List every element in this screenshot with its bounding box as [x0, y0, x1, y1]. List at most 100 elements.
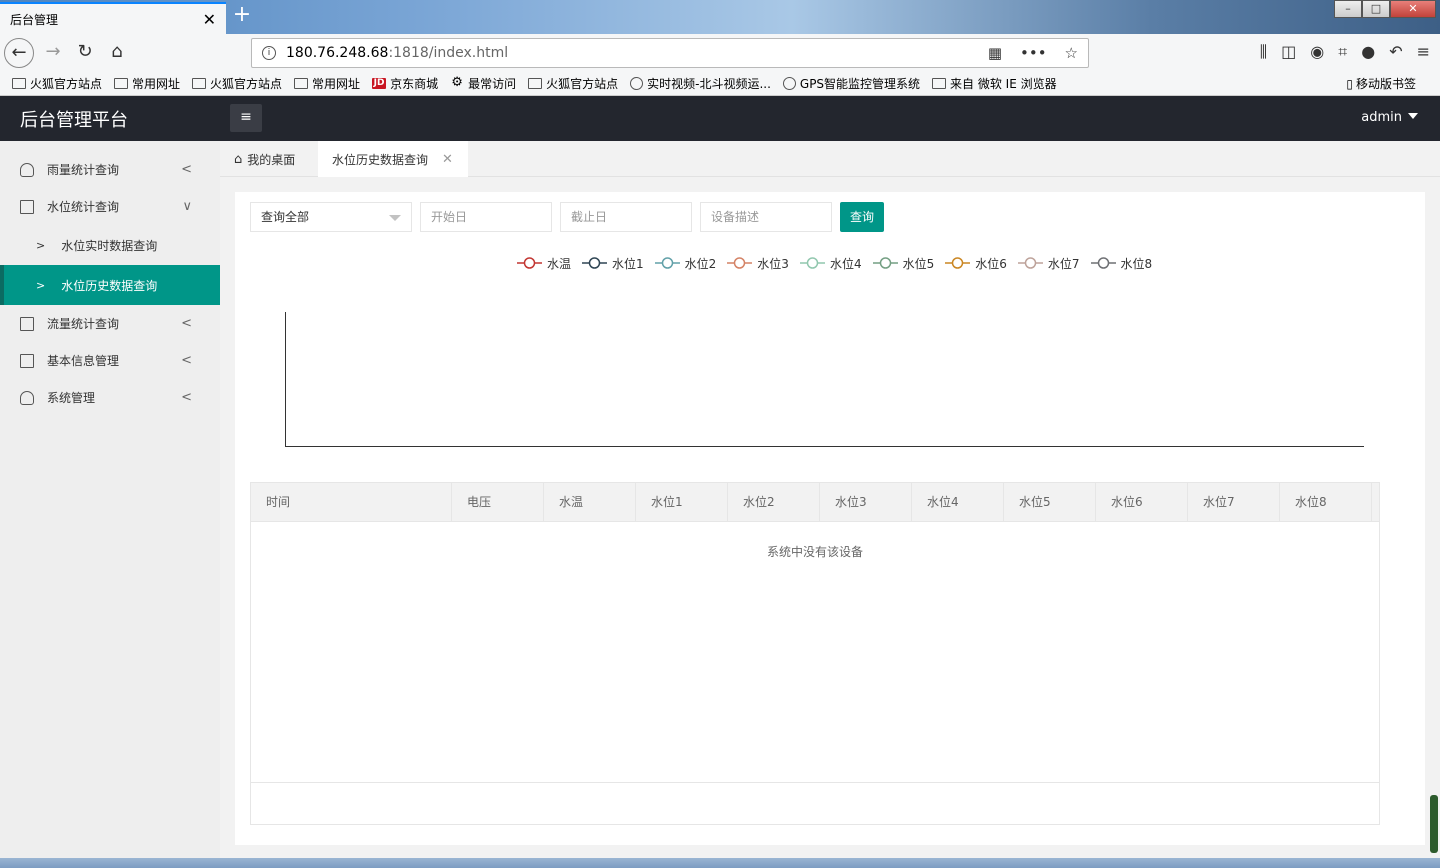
bookmark-item[interactable]: 实时视频-北斗视频运... [630, 75, 771, 92]
legend-item[interactable]: 水位8 [1090, 255, 1152, 272]
legend-label: 水位2 [684, 256, 717, 271]
legend-marker-icon [727, 257, 753, 269]
table-footer-divider [251, 782, 1379, 783]
close-icon[interactable]: ✕ [442, 152, 453, 167]
os-taskbar [0, 858, 1440, 868]
device-description-input[interactable] [700, 202, 832, 232]
browser-tab[interactable]: 后台管理 ✕ [0, 2, 226, 34]
phone-icon: ▯ [1346, 76, 1353, 91]
tab-water-history[interactable]: 水位历史数据查询 ✕ [318, 141, 468, 177]
chevron-left-icon: < [181, 316, 192, 331]
bookmark-item[interactable]: 火狐官方站点 [528, 75, 618, 92]
empty-message: 系统中没有该设备 [766, 545, 863, 559]
legend-item[interactable]: 水位5 [872, 255, 935, 272]
folder-icon [294, 78, 309, 89]
crop-icon[interactable]: ⌗ [1338, 42, 1347, 62]
chevron-left-icon: < [181, 353, 192, 368]
chat-icon[interactable]: ● [1361, 42, 1375, 62]
folder-icon [192, 78, 207, 89]
sidebar-item-water-level[interactable]: 水位统计查询 ∨ [0, 188, 220, 225]
end-date-input[interactable] [560, 202, 692, 232]
extension-icon[interactable]: ◉ [1310, 42, 1324, 62]
legend-marker-icon [945, 257, 971, 269]
query-scope-select[interactable]: 查询全部 [250, 202, 412, 232]
caret-down-icon [1408, 113, 1418, 119]
legend-marker-icon [799, 257, 825, 269]
legend-item[interactable]: 水位2 [654, 255, 717, 272]
gear-icon: ⚙ [451, 75, 463, 90]
reload-icon[interactable]: ↻ [70, 38, 100, 68]
site-info-icon[interactable]: i [262, 46, 276, 60]
maximize-icon[interactable]: □ [1362, 0, 1390, 18]
home-icon: ⌂ [234, 151, 243, 167]
legend-label: 水位5 [902, 256, 935, 271]
url-bar[interactable]: i 180.76.248.68:1818/index.html ▦ ••• ☆ [251, 38, 1089, 68]
query-button[interactable]: 查询 [840, 202, 884, 232]
qr-code-icon[interactable]: ▦ [988, 44, 1002, 62]
mobile-bookmarks[interactable]: ▯ 移动版书签 [1346, 75, 1416, 92]
sidebar: 雨量统计查询 < 水位统计查询 ∨ > 水位实时数据查询 > 水位历史数据查询 … [0, 141, 220, 868]
legend-item[interactable]: 水位3 [727, 255, 789, 272]
sidebar-item-rainfall[interactable]: 雨量统计查询 < [0, 151, 220, 188]
minimize-icon[interactable]: – [1334, 0, 1362, 18]
more-actions-icon[interactable]: ••• [1020, 44, 1047, 62]
sidebar-subitem-label: 水位实时数据查询 [61, 238, 158, 253]
legend-item[interactable]: 水温 [517, 255, 571, 272]
window-titlebar: 后台管理 ✕ + – □ ✕ [0, 0, 1440, 34]
legend-item[interactable]: 水位6 [945, 255, 1007, 272]
sidebar-item-flow[interactable]: 流量统计查询 < [0, 305, 220, 342]
column-header: 水位2 [728, 483, 820, 522]
back-icon[interactable]: ← [4, 38, 34, 68]
legend-item[interactable]: 水位7 [1017, 255, 1080, 272]
bookmark-item[interactable]: 常用网址 [114, 75, 180, 92]
app-header: 后台管理平台 ≡ admin [0, 96, 1440, 141]
sidebar-toggle-icon[interactable]: ◫ [1281, 42, 1296, 62]
legend-label: 水位4 [829, 256, 862, 271]
bookmark-star-icon[interactable]: ☆ [1065, 44, 1078, 62]
menu-toggle-icon[interactable]: ≡ [230, 104, 262, 132]
bookmark-item[interactable]: JD 京东商城 [372, 75, 438, 92]
jd-icon: JD [372, 78, 387, 89]
bookmark-item[interactable]: 火狐官方站点 [12, 75, 102, 92]
menu-icon[interactable]: ≡ [1417, 42, 1430, 62]
chevron-down-icon: ∨ [182, 199, 192, 214]
window-close-icon[interactable]: ✕ [1390, 0, 1436, 18]
sidebar-item-basic-info[interactable]: 基本信息管理 < [0, 342, 220, 379]
sidebar-item-label: 水位统计查询 [47, 200, 120, 214]
bookmark-item[interactable]: 火狐官方站点 [192, 75, 282, 92]
library-icon[interactable]: ⫼ [1260, 42, 1267, 62]
start-date-input[interactable] [420, 202, 552, 232]
table-header: 时间 电压 水温 水位1 水位2 水位3 水位4 水位5 水位6 水位7 水位8 [251, 483, 1379, 522]
user-icon [20, 390, 34, 405]
column-header: 电压 [452, 483, 544, 522]
tab-label: 我的桌面 [247, 152, 296, 167]
bookmark-item[interactable]: GPS智能监控管理系统 [782, 75, 920, 92]
sidebar-item-system[interactable]: 系统管理 < [0, 379, 220, 416]
user-menu[interactable]: admin [1361, 110, 1418, 125]
scrollbar-thumb[interactable] [1430, 795, 1438, 853]
legend-marker-icon [517, 257, 542, 269]
forward-icon[interactable]: → [38, 38, 68, 68]
folder-icon [114, 78, 129, 89]
sidebar-subitem-realtime[interactable]: > 水位实时数据查询 [0, 225, 220, 265]
legend-marker-icon [872, 257, 898, 269]
tab-home[interactable]: ⌂ 我的桌面 [220, 141, 309, 177]
browser-tab-title: 后台管理 [10, 12, 59, 27]
bookmark-item[interactable]: 常用网址 [294, 75, 360, 92]
sidebar-subitem-history[interactable]: > 水位历史数据查询 [0, 265, 220, 305]
user-name: admin [1361, 110, 1402, 125]
home-icon[interactable]: ⌂ [102, 38, 132, 68]
column-header: 水位8 [1280, 483, 1372, 522]
legend-item[interactable]: 水位4 [799, 255, 862, 272]
column-header: 水位1 [636, 483, 728, 522]
chart-area [285, 312, 1364, 447]
undo-icon[interactable]: ↶ [1389, 42, 1402, 62]
bookmark-item[interactable]: ⚙ 最常访问 [450, 75, 516, 92]
close-tab-icon[interactable]: ✕ [203, 10, 216, 29]
bookmark-item[interactable]: 来自 微软 IE 浏览器 [932, 75, 1057, 92]
legend-item[interactable]: 水位1 [582, 255, 644, 272]
column-header: 时间 [251, 483, 452, 522]
new-tab-button[interactable]: + [231, 4, 253, 28]
page-tabs: ⌂ 我的桌面 水位历史数据查询 ✕ [220, 141, 1440, 177]
column-header: 水位5 [1004, 483, 1096, 522]
